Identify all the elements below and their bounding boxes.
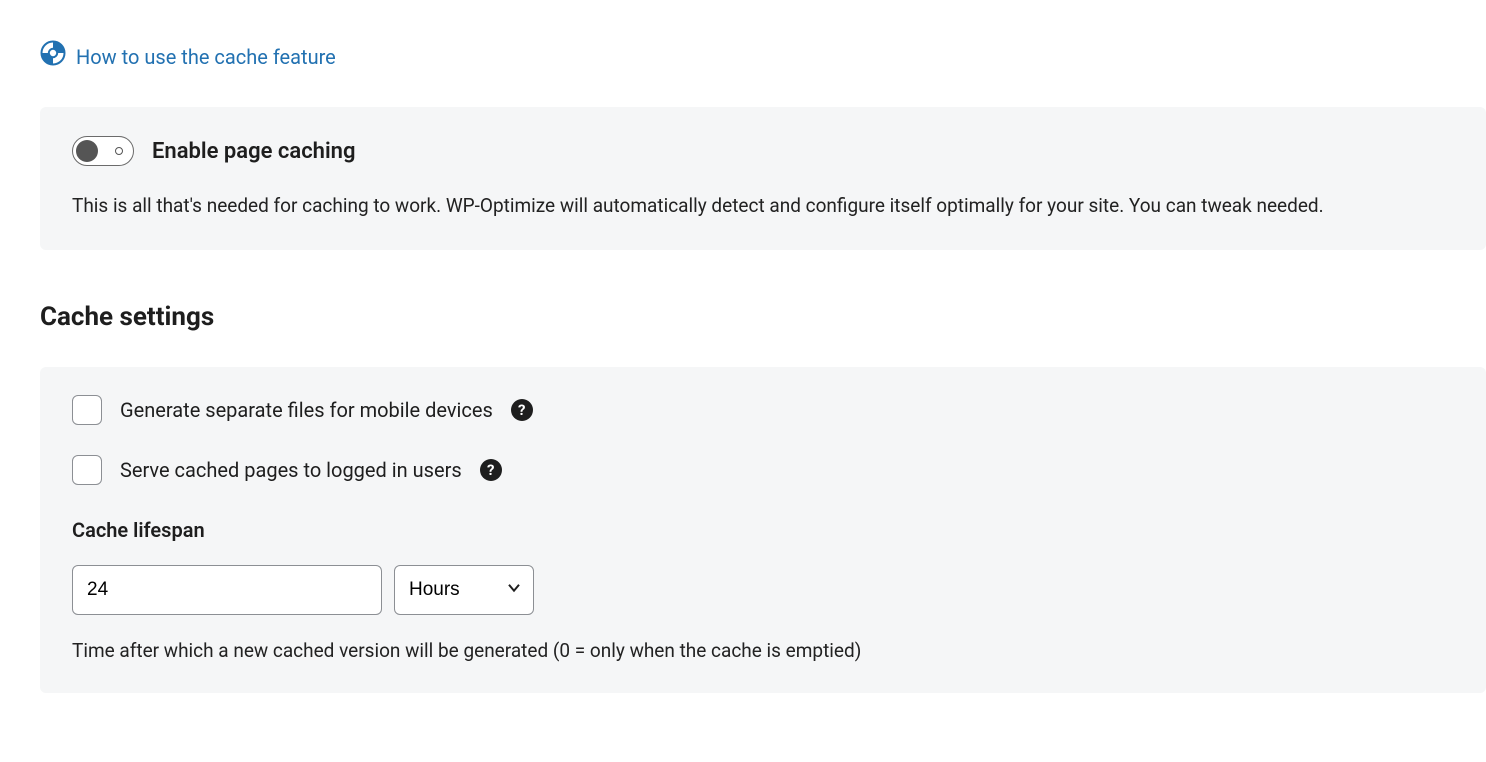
logged-in-checkbox[interactable] [72, 455, 102, 485]
question-icon[interactable]: ? [480, 459, 502, 481]
cache-settings-heading: Cache settings [40, 298, 1486, 337]
lifespan-unit-select[interactable]: Hours [394, 565, 534, 615]
mobile-files-checkbox[interactable] [72, 395, 102, 425]
enable-caching-panel: Enable page caching This is all that's n… [40, 107, 1486, 250]
lifespan-label: Cache lifespan [72, 515, 1454, 545]
help-icon [40, 40, 66, 75]
question-icon[interactable]: ? [511, 399, 533, 421]
help-link[interactable]: How to use the cache feature [76, 42, 336, 72]
logged-in-label: Serve cached pages to logged in users [120, 455, 462, 485]
mobile-files-label: Generate separate files for mobile devic… [120, 395, 493, 425]
lifespan-input[interactable] [72, 565, 382, 615]
lifespan-hint: Time after which a new cached version wi… [72, 637, 1454, 666]
enable-caching-description: This is all that's needed for caching to… [72, 190, 1454, 222]
enable-caching-label: Enable page caching [152, 135, 355, 168]
help-link-row: How to use the cache feature [40, 40, 1486, 75]
enable-caching-toggle[interactable] [72, 136, 134, 166]
cache-settings-panel: Generate separate files for mobile devic… [40, 367, 1486, 694]
